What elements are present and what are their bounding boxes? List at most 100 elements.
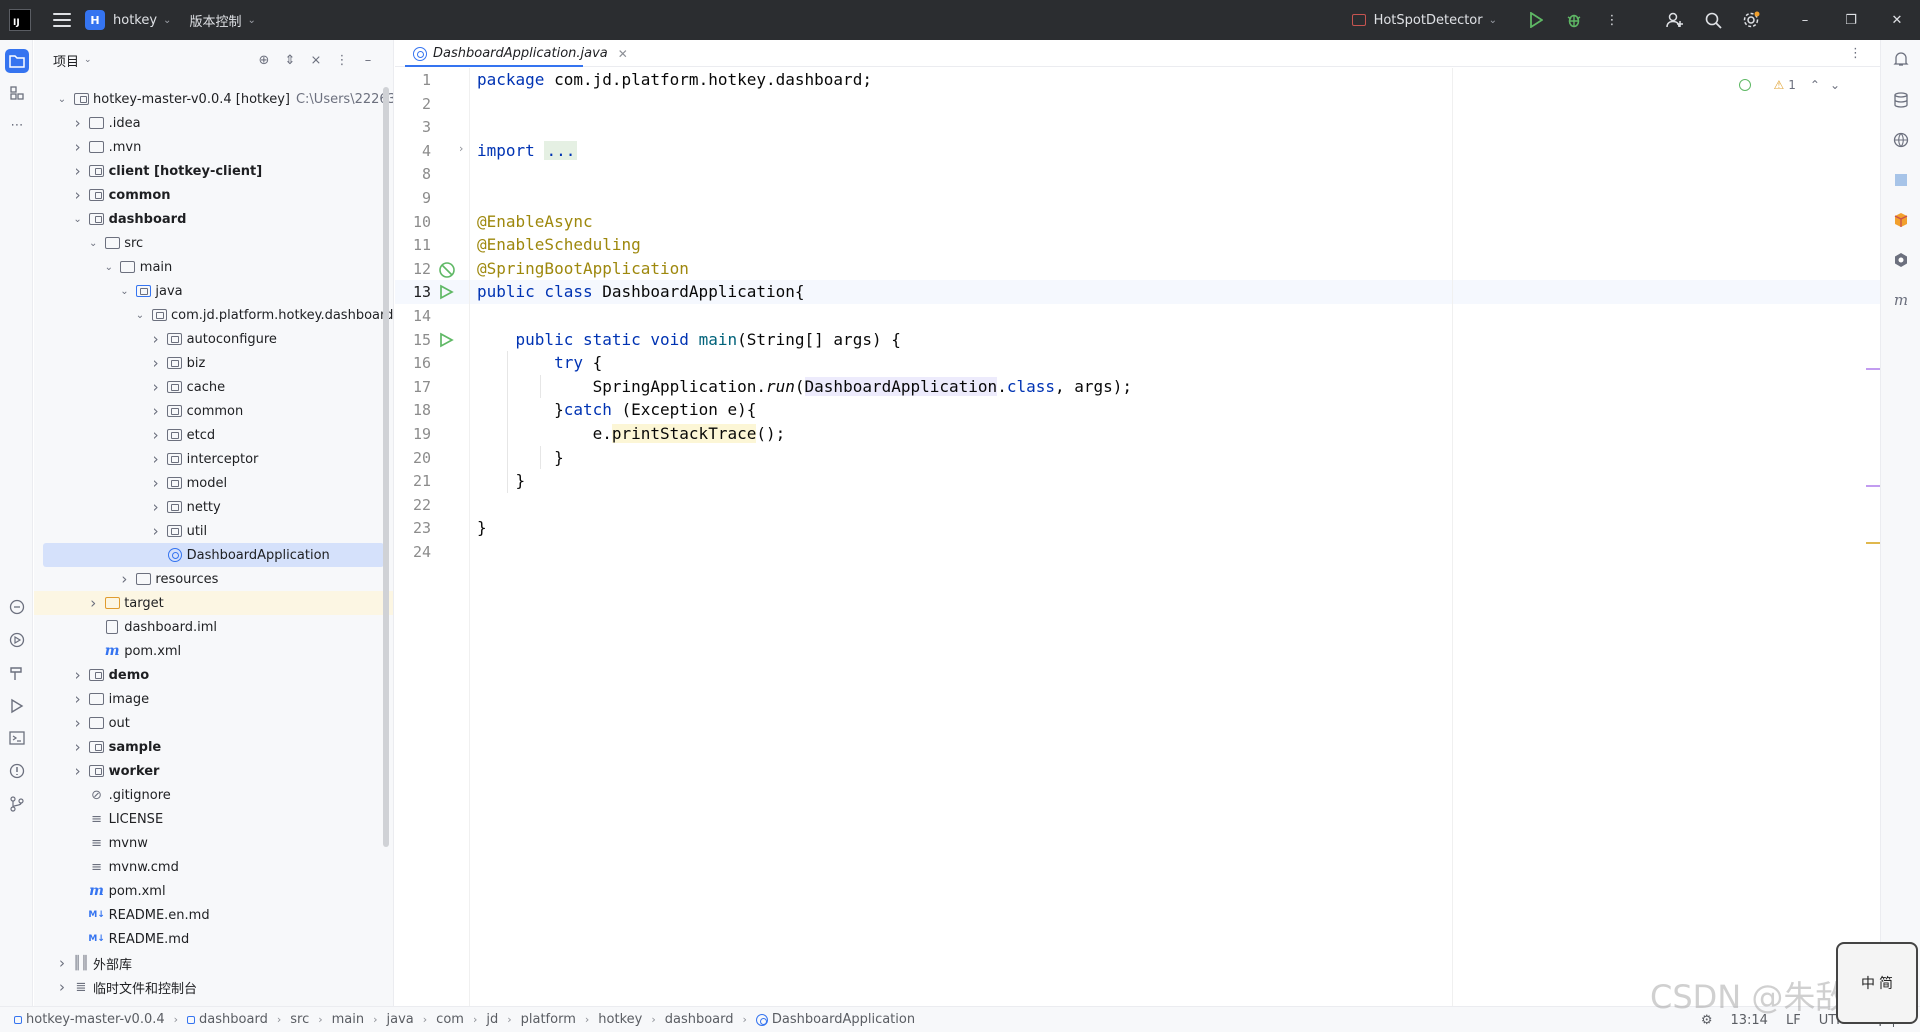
code-line[interactable] xyxy=(395,92,1880,116)
code-line[interactable]: e.printStackTrace(); xyxy=(395,422,1880,446)
structure-icon[interactable] xyxy=(5,81,29,105)
editor-tab[interactable]: DashboardApplication.java ✕ xyxy=(407,40,634,67)
maven-icon[interactable]: m xyxy=(1891,290,1911,310)
chevron-right-icon[interactable]: › xyxy=(149,474,163,492)
tab-close-icon[interactable]: ✕ xyxy=(618,47,628,61)
code-line[interactable]: } xyxy=(395,516,1880,540)
tree-item[interactable]: › out xyxy=(34,711,393,735)
run-dashboard-icon[interactable] xyxy=(5,628,29,652)
run-configuration-selector[interactable]: HotSpotDetector ⌄ xyxy=(1351,13,1497,28)
ime-widget[interactable]: 中 简 xyxy=(1836,942,1918,1024)
restore-icon[interactable]: ❐ xyxy=(1828,0,1874,40)
chevron-right-icon[interactable]: › xyxy=(71,666,85,684)
editor-gutter[interactable]: 1 2 3 4 › 8 9 10 11 12 13 14 15 16 17 18 19 20 21 22 23 24 xyxy=(395,68,470,1006)
breadcrumb-item[interactable]: DashboardApplication xyxy=(772,1012,915,1027)
code-line[interactable]: }catch (Exception e){ xyxy=(395,398,1880,422)
minimize-icon[interactable]: – xyxy=(1782,0,1828,40)
code-line[interactable] xyxy=(395,304,1880,328)
chevron-right-icon[interactable]: › xyxy=(55,954,69,972)
code-line[interactable]: } xyxy=(395,469,1880,493)
chevron-right-icon[interactable]: › xyxy=(71,186,85,204)
chevron-right-icon[interactable]: › xyxy=(71,138,85,156)
code-line[interactable]: } xyxy=(395,446,1880,470)
spring-boot-icon[interactable] xyxy=(438,261,455,278)
main-menu-icon[interactable] xyxy=(53,13,71,27)
chevron-right-icon[interactable]: › xyxy=(149,522,163,540)
project-panel-title[interactable]: 项目 xyxy=(53,51,79,70)
chevron-down-icon[interactable]: ⌄ xyxy=(71,214,85,225)
run-play-icon[interactable] xyxy=(5,694,29,718)
tree-item[interactable]: › cache xyxy=(34,375,393,399)
chevron-right-icon[interactable]: › xyxy=(86,594,100,612)
git-branch-icon[interactable] xyxy=(5,792,29,816)
breadcrumb-item[interactable]: dashboard xyxy=(199,1012,268,1027)
tree-item[interactable]: › demo xyxy=(34,663,393,687)
tree-item[interactable]: › image xyxy=(34,687,393,711)
code-line[interactable]: @SpringBootApplication xyxy=(395,257,1880,281)
project-badge[interactable]: H xyxy=(85,10,105,30)
database-icon[interactable] xyxy=(1891,90,1911,110)
chevron-right-icon[interactable]: › xyxy=(149,426,163,444)
chevron-down-icon[interactable]: ⌄ xyxy=(247,15,255,26)
breadcrumb-item[interactable]: hotkey xyxy=(598,1012,642,1027)
hide-panel-icon[interactable]: – xyxy=(355,53,381,68)
plugin-icon[interactable] xyxy=(1891,170,1911,190)
chevron-down-icon[interactable]: ⌄ xyxy=(84,55,92,65)
scroll-marker[interactable] xyxy=(1866,542,1880,544)
chevron-down-icon[interactable]: ⌄ xyxy=(163,15,171,26)
locate-file-icon[interactable]: ⊕ xyxy=(251,53,277,68)
chevron-right-icon[interactable]: › xyxy=(71,738,85,756)
breadcrumb-item[interactable]: com xyxy=(436,1012,464,1027)
run-icon[interactable] xyxy=(438,284,454,300)
problems-icon[interactable] xyxy=(5,759,29,783)
tree-item[interactable]: › biz xyxy=(34,351,393,375)
project-scrollbar[interactable] xyxy=(383,87,389,847)
chevron-right-icon[interactable]: › xyxy=(71,714,85,732)
more-vertical-icon[interactable]: ⋮ xyxy=(1849,46,1862,61)
tree-item[interactable]: › netty xyxy=(34,495,393,519)
tree-item[interactable]: › ≣ 临时文件和控制台 xyxy=(34,975,393,999)
tree-item[interactable]: ⌄ main xyxy=(34,255,393,279)
chevron-right-icon[interactable]: › xyxy=(149,450,163,468)
chevron-down-icon[interactable]: ⌄ xyxy=(86,238,100,249)
chevron-down-icon[interactable]: ⌄ xyxy=(133,310,147,321)
code-line[interactable] xyxy=(395,115,1880,139)
tree-item[interactable]: ⌄ com.jd.platform.hotkey.dashboard xyxy=(34,303,393,327)
tree-item[interactable]: › interceptor xyxy=(34,447,393,471)
code-line[interactable]: try { xyxy=(395,351,1880,375)
tree-item[interactable]: › target xyxy=(34,591,393,615)
tree-item[interactable]: ⌄ src xyxy=(34,231,393,255)
run-icon[interactable] xyxy=(1522,6,1550,34)
package-cube-icon[interactable] xyxy=(1891,210,1911,230)
code-line[interactable]: @EnableScheduling xyxy=(395,233,1880,257)
chevron-right-icon[interactable]: › xyxy=(149,330,163,348)
code-line[interactable]: package com.jd.platform.hotkey.dashboard… xyxy=(395,68,1880,92)
chevron-right-icon[interactable]: › xyxy=(117,570,131,588)
tree-item[interactable]: › .idea xyxy=(34,111,393,135)
code-line[interactable]: SpringApplication.run(DashboardApplicati… xyxy=(395,375,1880,399)
tree-item[interactable]: › client [hotkey-client] xyxy=(34,159,393,183)
code-line[interactable] xyxy=(395,162,1880,186)
tree-item[interactable]: › etcd xyxy=(34,423,393,447)
notifications-bell-icon[interactable] xyxy=(1891,49,1911,69)
tree-item[interactable]: ⊘ .gitignore xyxy=(34,783,393,807)
chevron-right-icon[interactable]: › xyxy=(71,762,85,780)
more-vertical-icon[interactable]: ⋮ xyxy=(329,53,355,68)
more-horizontal-icon[interactable]: ⋯ xyxy=(5,113,29,137)
tree-item[interactable]: ≡ mvnw xyxy=(34,831,393,855)
breadcrumb-item[interactable]: dashboard xyxy=(665,1012,734,1027)
close-icon[interactable]: ✕ xyxy=(1874,0,1920,40)
services-icon[interactable] xyxy=(5,595,29,619)
tree-item[interactable]: M↓ README.en.md xyxy=(34,903,393,927)
tree-item[interactable]: M↓ README.md xyxy=(34,927,393,951)
breadcrumb-item[interactable]: hotkey-master-v0.0.4 xyxy=(26,1012,165,1027)
project-name[interactable]: hotkey xyxy=(113,13,157,28)
chevron-up-icon[interactable]: ⌃ xyxy=(1810,78,1820,92)
chevron-right-icon[interactable]: › xyxy=(71,162,85,180)
tree-item[interactable]: ≡ LICENSE xyxy=(34,807,393,831)
tree-item[interactable]: DashboardApplication xyxy=(43,543,384,567)
tree-item[interactable]: › common xyxy=(34,183,393,207)
tree-item[interactable]: › .mvn xyxy=(34,135,393,159)
code-line[interactable]: public class DashboardApplication{ xyxy=(395,280,1880,304)
endpoints-globe-icon[interactable] xyxy=(1891,130,1911,150)
